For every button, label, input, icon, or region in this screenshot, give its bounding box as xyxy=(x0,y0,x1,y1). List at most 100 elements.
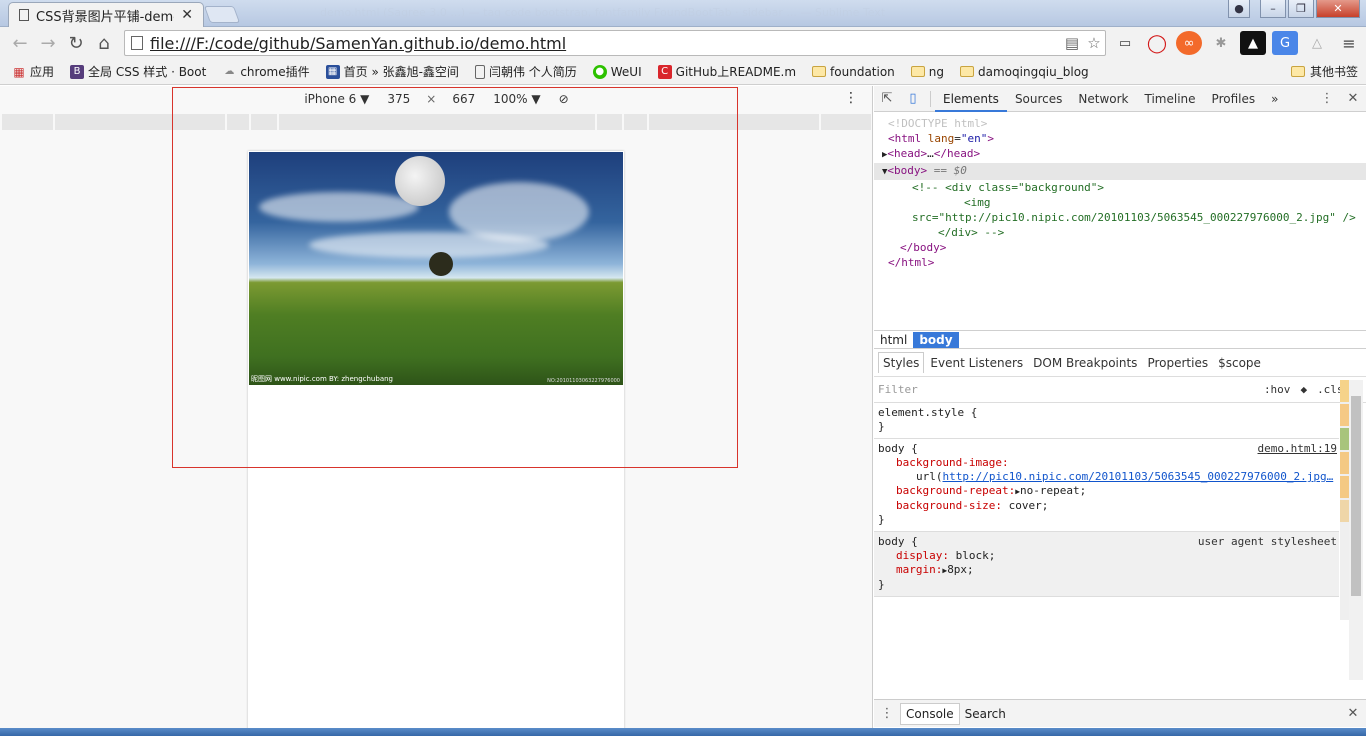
tab-profiles[interactable]: Profiles xyxy=(1204,86,1264,112)
home-icon[interactable]: ⌂ xyxy=(90,29,118,57)
filter-input[interactable]: Filter xyxy=(878,383,918,396)
bookmark-github-readme[interactable]: C GitHub上README.m xyxy=(652,63,802,80)
bookmark-weui[interactable]: ● WeUI xyxy=(587,64,648,79)
device-mode-icon[interactable]: ▯ xyxy=(900,91,926,106)
puzzle-icon[interactable]: ✱ xyxy=(1208,31,1234,55)
bookmark-resume[interactable]: 闫朝伟 个人简历 xyxy=(469,63,583,80)
dom-node[interactable]: </html> xyxy=(874,255,1366,270)
image-url-link[interactable]: http://pic10.nipic.com/20101103/5063545_… xyxy=(943,470,1334,483)
tab-dom-breakpoints[interactable]: DOM Breakpoints xyxy=(1029,353,1141,373)
rule-user-agent[interactable]: user agent stylesheet body { display: bl… xyxy=(874,532,1339,597)
rule-close: } xyxy=(878,578,885,591)
forward-icon[interactable]: → xyxy=(34,29,62,57)
cast-icon[interactable]: ▭ xyxy=(1112,31,1138,55)
bookmark-bootstrap[interactable]: B 全局 CSS 样式 · Boot xyxy=(64,63,212,80)
rule-element-style[interactable]: element.style { } xyxy=(874,403,1339,439)
css-property[interactable]: background-image: xyxy=(878,456,1335,470)
bookmarks-bar: ▦ 应用 B 全局 CSS 样式 · Boot ☁ chrome插件 ▦ 首页 » 张鑫… xyxy=(0,59,1366,85)
tab-close-icon[interactable]: ✕ xyxy=(181,7,193,23)
dom-node[interactable]: </body> xyxy=(874,240,1366,255)
close-window-button[interactable]: ✕ xyxy=(1316,0,1360,18)
crumb-body[interactable]: body xyxy=(913,331,959,348)
browser-tab[interactable]: CSS背景图片平铺-demo ✕ xyxy=(8,2,204,27)
css-property[interactable]: margin:▶8px; xyxy=(878,563,1335,578)
address-bar[interactable]: file:///F:/code/github/SamenYan.github.i… xyxy=(124,30,1106,56)
media-query-segment[interactable] xyxy=(821,114,871,130)
dom-node-selected[interactable]: ▼<body> == $0 xyxy=(874,163,1366,180)
document-icon xyxy=(474,64,485,79)
tab-event-listeners[interactable]: Event Listeners xyxy=(926,353,1027,373)
bookmark-foundation[interactable]: foundation xyxy=(806,65,901,79)
tab-network[interactable]: Network xyxy=(1070,86,1136,112)
reload-icon[interactable]: ↻ xyxy=(62,29,90,57)
drawer-menu-icon[interactable]: ⋮ xyxy=(874,706,900,721)
bookmark-zhangxinxu[interactable]: ▦ 首页 » 张鑫旭-鑫空间 xyxy=(320,63,465,80)
bookmark-damoqingqiu[interactable]: damoqingqiu_blog xyxy=(954,65,1095,79)
crumb-html[interactable]: html xyxy=(874,332,913,348)
scrollbar-thumb[interactable] xyxy=(1351,396,1361,596)
tab-styles[interactable]: Styles xyxy=(878,352,925,373)
dom-comment[interactable]: <!-- <div class="background"> xyxy=(874,180,1366,195)
tab-search[interactable]: Search xyxy=(960,704,1011,724)
dom-comment[interactable]: src="http://pic10.nipic.com/20101103/506… xyxy=(874,210,1366,225)
device-more-icon[interactable]: ⋮ xyxy=(844,90,858,106)
dom-node[interactable]: <html lang="en"> xyxy=(874,131,1366,146)
dom-comment[interactable]: <img xyxy=(874,195,1366,210)
devtools-close-icon[interactable]: ✕ xyxy=(1340,91,1366,106)
maximize-button[interactable]: ❐ xyxy=(1288,0,1314,18)
angular-icon[interactable]: △ xyxy=(1304,31,1330,55)
tab-sources[interactable]: Sources xyxy=(1007,86,1070,112)
drawer-tabbar: ⋮ Console Search ✕ xyxy=(874,699,1366,727)
other-bookmarks-label: 其他书签 xyxy=(1309,65,1358,79)
opera-icon[interactable]: ◯ xyxy=(1144,31,1170,55)
inspect-icon[interactable]: ⇱ xyxy=(874,91,900,106)
dom-node[interactable]: ▶<head>…</head> xyxy=(874,146,1366,163)
more-tabs-icon[interactable]: » xyxy=(1263,86,1286,112)
tab-elements[interactable]: Elements xyxy=(935,86,1007,112)
sidebar-tabs: Styles Event Listeners DOM Breakpoints P… xyxy=(874,349,1366,377)
minimize-button[interactable]: – xyxy=(1260,0,1286,18)
new-tab-button[interactable] xyxy=(203,6,241,23)
user-icon[interactable]: ● xyxy=(1228,0,1250,18)
comment-text: src="http://pic10.nipic.com/20101103/506… xyxy=(912,211,1356,224)
back-icon[interactable]: ← xyxy=(6,29,34,57)
bookmark-chrome-plugins[interactable]: ☁ chrome插件 xyxy=(216,63,315,80)
dom-tree: <!DOCTYPE html> <html lang="en"> ▶<head>… xyxy=(874,112,1366,330)
google-translate-icon[interactable]: G xyxy=(1272,31,1298,55)
dom-comment[interactable]: </div> --> xyxy=(874,225,1366,240)
drawer-close-icon[interactable]: ✕ xyxy=(1340,706,1366,721)
attr-name: lang xyxy=(927,132,955,145)
menu-icon[interactable]: ≡ xyxy=(1336,31,1362,55)
other-bookmarks[interactable]: 其他书签 xyxy=(1290,63,1358,80)
css-property[interactable]: background-size: cover; xyxy=(878,499,1335,513)
css-property-value[interactable]: url(http://pic10.nipic.com/20101103/5063… xyxy=(878,470,1335,484)
devtools-menu-icon[interactable]: ⋮ xyxy=(1314,91,1340,106)
styles-scrollbar[interactable] xyxy=(1349,380,1363,680)
css-property[interactable]: display: block; xyxy=(878,549,1335,563)
color-format-icon[interactable]: ◆ xyxy=(1300,383,1307,396)
bookmark-star-icon[interactable]: ☆ xyxy=(1083,34,1105,52)
translate-icon[interactable]: ▤ xyxy=(1061,34,1083,52)
console-ref: == $0 xyxy=(933,164,967,177)
rule-source-link[interactable]: demo.html:19 xyxy=(1258,442,1337,456)
rule-close: } xyxy=(878,513,885,526)
rule-body[interactable]: demo.html:19 body { background-image: ur… xyxy=(874,439,1339,532)
doctype: <!DOCTYPE html> xyxy=(888,117,988,130)
styles-filter-row: Filter :hov ◆ .cls + xyxy=(874,377,1366,403)
url-text[interactable]: file:///F:/code/github/SamenYan.github.i… xyxy=(150,34,1061,53)
cat-icon[interactable]: ▲ xyxy=(1240,31,1266,55)
bookmark-apps[interactable]: ▦ 应用 xyxy=(6,63,60,80)
tab-console[interactable]: Console xyxy=(900,702,960,725)
bookmark-ng[interactable]: ng xyxy=(905,65,950,79)
tab-timeline[interactable]: Timeline xyxy=(1137,86,1204,112)
css-property[interactable]: background-repeat:▶no-repeat; xyxy=(878,484,1335,499)
collapsed-ellipsis: … xyxy=(927,147,934,160)
hov-toggle[interactable]: :hov xyxy=(1264,383,1291,396)
infinity-icon[interactable]: ∞ xyxy=(1176,31,1202,55)
tab-title: CSS背景图片平铺-demo xyxy=(36,9,175,25)
tab-scope[interactable]: $scope xyxy=(1214,353,1265,373)
tag-name: body xyxy=(913,241,940,254)
tab-properties[interactable]: Properties xyxy=(1143,353,1212,373)
media-query-segment[interactable] xyxy=(2,114,53,130)
dom-node[interactable]: <!DOCTYPE html> xyxy=(874,116,1366,131)
